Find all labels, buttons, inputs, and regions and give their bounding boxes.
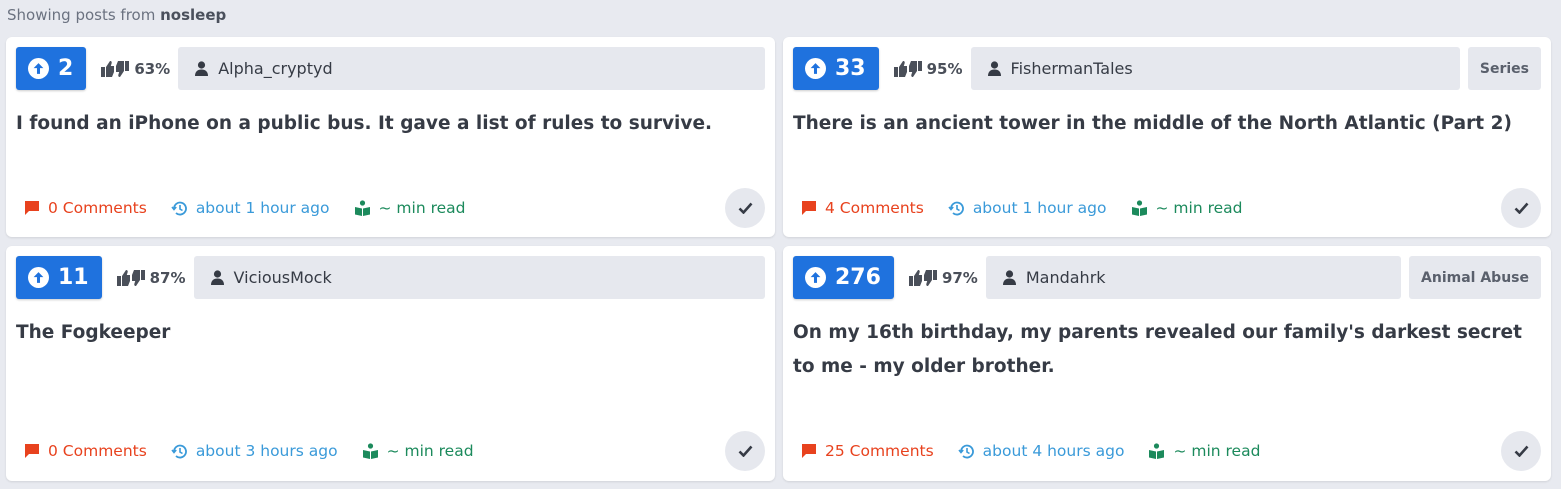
author-button[interactable]: Mandahrk <box>985 256 1402 299</box>
time-ago: about 3 hours ago <box>195 442 338 460</box>
author-button[interactable]: FishermanTales <box>970 47 1460 90</box>
ratio-value: 95% <box>926 59 963 78</box>
thumbs-up-down-icon <box>101 60 130 77</box>
check-icon <box>738 202 752 214</box>
time-ago: about 4 hours ago <box>982 442 1125 460</box>
comment-icon <box>25 444 39 458</box>
ratio-value: 87% <box>149 268 186 287</box>
comment-icon <box>802 444 816 458</box>
user-icon <box>1002 270 1016 285</box>
post-time: about 4 hours ago <box>958 442 1125 460</box>
read-label: ~ min read <box>1173 442 1261 460</box>
thumbs-up-down-icon <box>893 60 922 77</box>
upvote-ratio: 97% <box>908 268 978 288</box>
upvote-ratio: 63% <box>100 59 170 79</box>
arrow-circle-up-icon <box>805 267 826 288</box>
check-icon <box>1514 445 1528 457</box>
read-time: ~ min read <box>1131 199 1243 217</box>
mark-read-button[interactable] <box>1501 431 1541 471</box>
author-button[interactable]: Alpha_cryptyd <box>178 47 765 90</box>
comment-icon <box>802 201 816 215</box>
author-button[interactable]: ViciousMock <box>193 256 765 299</box>
mark-read-button[interactable] <box>725 188 765 228</box>
subreddit-name[interactable]: nosleep <box>160 6 226 24</box>
comment-icon <box>25 201 39 215</box>
arrow-circle-up-icon <box>28 267 49 288</box>
history-icon <box>171 444 187 458</box>
time-ago: about 1 hour ago <box>972 199 1107 217</box>
comments-count: 25 Comments <box>825 442 934 460</box>
time-ago: about 1 hour ago <box>195 199 330 217</box>
author-name: ViciousMock <box>233 268 332 287</box>
author-name: Alpha_cryptyd <box>218 59 333 78</box>
post-title[interactable]: There is an ancient tower in the middle … <box>793 107 1533 141</box>
user-icon <box>987 61 1001 76</box>
user-icon <box>210 270 224 285</box>
mark-read-button[interactable] <box>725 431 765 471</box>
score-value: 2 <box>58 56 74 81</box>
arrow-circle-up-icon <box>28 58 49 79</box>
post-time: about 3 hours ago <box>171 442 338 460</box>
arrow-circle-up-icon <box>805 58 826 79</box>
history-icon <box>958 444 974 458</box>
post-time: about 1 hour ago <box>948 199 1107 217</box>
upvote-ratio: 95% <box>893 59 963 79</box>
comments-count: 0 Comments <box>48 199 147 217</box>
mark-read-button[interactable] <box>1501 188 1541 228</box>
book-reader-icon <box>354 200 370 216</box>
comments-count: 0 Comments <box>48 442 147 460</box>
ratio-value: 63% <box>134 59 171 78</box>
score-button[interactable]: 11 <box>16 256 102 299</box>
ratio-value: 97% <box>941 268 978 287</box>
read-time: ~ min read <box>362 442 474 460</box>
read-time: ~ min read <box>354 199 466 217</box>
comments-link[interactable]: 25 Comments <box>801 442 934 460</box>
comments-link[interactable]: 0 Comments <box>24 442 147 460</box>
post-card[interactable]: 276 97% Mandahrk Animal Abuse On my 16th… <box>783 246 1551 481</box>
author-name: FishermanTales <box>1010 59 1133 78</box>
history-icon <box>171 201 187 215</box>
post-card[interactable]: 33 95% FishermanTales Series There is an… <box>783 37 1551 237</box>
post-title[interactable]: I found an iPhone on a public bus. It ga… <box>16 107 757 141</box>
check-icon <box>1514 202 1528 214</box>
book-reader-icon <box>1149 443 1165 459</box>
book-reader-icon <box>362 443 378 459</box>
history-icon <box>948 201 964 215</box>
score-value: 276 <box>835 265 881 290</box>
post-title[interactable]: The Fogkeeper <box>16 316 757 350</box>
score-button[interactable]: 276 <box>793 256 894 299</box>
read-label: ~ min read <box>386 442 474 460</box>
upvote-ratio: 87% <box>116 268 186 288</box>
comments-link[interactable]: 4 Comments <box>801 199 924 217</box>
post-title[interactable]: On my 16th birthday, my parents revealed… <box>793 316 1533 384</box>
thumbs-up-down-icon <box>908 269 937 286</box>
user-icon <box>195 61 209 76</box>
flair-badge: Series <box>1467 47 1541 90</box>
author-name: Mandahrk <box>1025 268 1106 287</box>
post-card[interactable]: 2 63% Alpha_cryptyd I found an iPhone on… <box>6 37 775 237</box>
score-value: 11 <box>58 265 89 290</box>
check-icon <box>738 445 752 457</box>
read-time: ~ min read <box>1148 442 1260 460</box>
read-label: ~ min read <box>1155 199 1243 217</box>
post-time: about 1 hour ago <box>171 199 330 217</box>
comments-link[interactable]: 0 Comments <box>24 199 147 217</box>
read-label: ~ min read <box>378 199 466 217</box>
score-value: 33 <box>835 56 866 81</box>
flair-badge: Animal Abuse <box>1409 256 1541 299</box>
score-button[interactable]: 33 <box>793 47 879 90</box>
comments-count: 4 Comments <box>825 199 924 217</box>
thumbs-up-down-icon <box>116 269 145 286</box>
score-button[interactable]: 2 <box>16 47 87 90</box>
book-reader-icon <box>1131 200 1147 216</box>
post-card[interactable]: 11 87% ViciousMock The Fogkeeper 0 Comme… <box>6 246 775 481</box>
header-text: Showing posts from nosleep <box>7 6 226 24</box>
header-prefix: Showing posts from <box>7 6 156 24</box>
